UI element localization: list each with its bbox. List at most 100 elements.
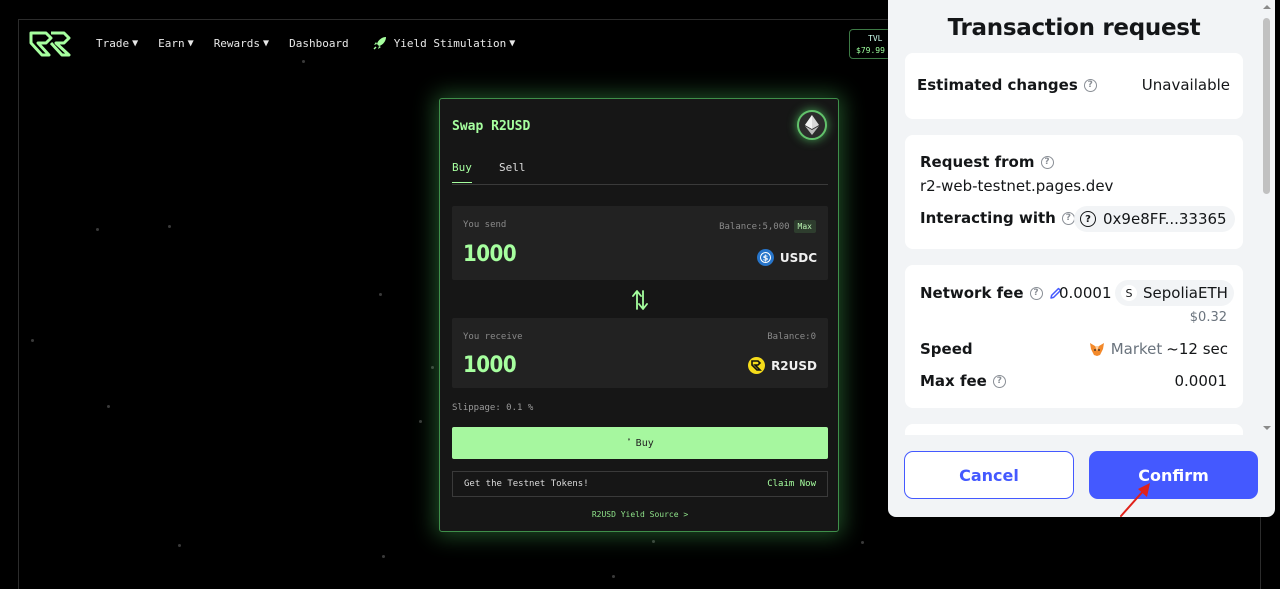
- network-fee-value: 0.0001: [1059, 284, 1112, 302]
- frame-divider: [18, 19, 19, 589]
- send-balance-text: Balance:5,000: [719, 221, 790, 232]
- ethereum-icon: [805, 115, 819, 135]
- network-fee-fiat: $0.32: [1189, 310, 1227, 325]
- modal-scrollbar[interactable]: [1260, 0, 1274, 435]
- background-star: [379, 293, 382, 296]
- top-nav: Trade ▼ Earn ▼ Rewards ▼ Dashboard Yield…: [96, 36, 535, 50]
- send-label: You send: [463, 220, 507, 230]
- tab-sell[interactable]: Sell: [499, 161, 526, 174]
- testnet-tokens-banner: Get the Testnet Tokens! Claim Now: [452, 471, 828, 497]
- claim-now-link[interactable]: Claim Now: [767, 479, 816, 489]
- usdc-icon: $: [756, 249, 774, 266]
- fee-token-symbol: SepoliaETH: [1143, 284, 1228, 302]
- background-star: [652, 540, 655, 543]
- receive-amount: 1000: [463, 353, 517, 378]
- speed-time: ~12 sec: [1166, 340, 1228, 358]
- rocket-icon: [373, 37, 386, 50]
- background-star: [107, 405, 110, 408]
- background-star: [302, 60, 305, 63]
- speed-value: Market: [1110, 340, 1163, 358]
- r2usd-icon: [748, 357, 766, 374]
- send-panel: You send Balance:5,000 Max 1000 $ USDC: [452, 206, 828, 280]
- scroll-up-arrow-icon[interactable]: [1260, 2, 1274, 12]
- nav-item-rewards[interactable]: Rewards ▼: [214, 37, 269, 50]
- estimated-changes-row: Estimated changes ?: [917, 76, 1097, 94]
- help-icon[interactable]: ?: [992, 374, 1006, 388]
- estimated-changes-section: Estimated changes ? Unavailable: [905, 53, 1243, 119]
- help-icon[interactable]: ?: [1061, 211, 1075, 225]
- receive-balance: Balance:0: [767, 332, 816, 342]
- background-star: [178, 544, 181, 547]
- background-star: [431, 366, 434, 369]
- background-star: [861, 541, 864, 544]
- background-star: [612, 575, 615, 578]
- loading-spinner-icon: ❜: [626, 438, 632, 448]
- nav-item-earn[interactable]: Earn ▼: [158, 37, 194, 50]
- buy-sell-tabs: Buy Sell: [452, 159, 828, 185]
- nav-item-label: Dashboard: [289, 36, 349, 50]
- help-icon[interactable]: ?: [1029, 286, 1043, 300]
- speed-row: Speed: [920, 340, 973, 358]
- estimated-changes-label: Estimated changes: [917, 76, 1078, 94]
- request-from-value: r2-web-testnet.pages.dev: [920, 177, 1114, 195]
- request-from-label: Request from: [920, 153, 1035, 171]
- nav-item-label: Yield Stimulation: [393, 36, 507, 50]
- caret-down-icon: ▼: [263, 37, 270, 49]
- nav-item-dashboard[interactable]: Dashboard: [289, 37, 349, 50]
- background-star: [419, 420, 422, 423]
- testnet-text: Get the Testnet Tokens!: [464, 479, 589, 489]
- contract-address: 0x9e8FF...33365: [1103, 210, 1227, 228]
- modal-title: Transaction request: [947, 15, 1201, 41]
- svg-text:$: $: [763, 253, 769, 262]
- send-balance: Balance:5,000 Max: [719, 220, 816, 233]
- interacting-with-label: Interacting with: [920, 209, 1056, 227]
- receive-label: You receive: [463, 332, 523, 342]
- swap-direction-icon[interactable]: [632, 289, 648, 311]
- scroll-down-arrow-icon[interactable]: [1260, 423, 1274, 433]
- help-icon[interactable]: ?: [1040, 155, 1054, 169]
- request-from-row: Request from ?: [920, 153, 1054, 171]
- speed-label: Speed: [920, 340, 973, 358]
- buy-button[interactable]: ❜ Buy: [452, 427, 828, 459]
- network-selector-button[interactable]: [797, 110, 827, 140]
- send-amount-input[interactable]: 1000: [463, 242, 517, 267]
- cancel-button[interactable]: Cancel: [904, 451, 1074, 499]
- request-details-section: Request from ? r2-web-testnet.pages.dev …: [905, 135, 1243, 249]
- confirm-button[interactable]: Confirm: [1089, 451, 1258, 499]
- nav-item-label: Earn: [158, 36, 185, 50]
- background-star: [168, 225, 171, 228]
- fox-icon: [1089, 342, 1105, 357]
- network-fee-section: Network fee ? 0.0001 S SepoliaETH $0.32 …: [905, 265, 1243, 408]
- nav-item-label: Trade: [96, 36, 130, 50]
- receive-panel: You receive Balance:0 1000 R2USD: [452, 318, 828, 388]
- annotation-arrow-icon: [1120, 483, 1150, 517]
- receive-token: R2USD: [748, 357, 817, 374]
- interacting-with-row: Interacting with ?: [920, 209, 1075, 227]
- scroll-thumb[interactable]: [1263, 18, 1270, 194]
- frame-divider: [18, 19, 918, 20]
- nav-item-trade[interactable]: Trade ▼: [96, 37, 138, 50]
- nav-item-label: Rewards: [213, 36, 261, 50]
- contract-address-pill[interactable]: ? 0x9e8FF...33365: [1074, 206, 1235, 232]
- yield-source-link[interactable]: R2USD Yield Source >: [440, 510, 840, 519]
- buy-button-label: Buy: [635, 437, 654, 449]
- caret-down-icon: ▼: [132, 37, 139, 49]
- max-fee-label: Max fee: [920, 372, 987, 390]
- max-fee-value: 0.0001: [1174, 372, 1228, 390]
- max-button[interactable]: Max: [793, 220, 816, 233]
- network-fee-row: Network fee ?: [920, 284, 1063, 302]
- max-fee-row: Max fee ?: [920, 372, 1006, 390]
- background-star: [96, 228, 99, 231]
- r2-logo[interactable]: [29, 31, 71, 57]
- swap-title: Swap R2USD: [452, 119, 531, 134]
- send-token[interactable]: $ USDC: [756, 249, 817, 266]
- fee-token-pill: S SepoliaETH: [1115, 280, 1234, 306]
- modal-scroll-area: Transaction request Estimated changes ? …: [888, 0, 1260, 435]
- background-star: [31, 339, 34, 342]
- tvl-label: TVL: [868, 34, 883, 43]
- transaction-request-modal: Transaction request Estimated changes ? …: [888, 0, 1275, 517]
- tab-buy[interactable]: Buy: [452, 161, 472, 183]
- help-icon[interactable]: ?: [1083, 78, 1097, 92]
- nav-item-yield-stimulation[interactable]: Yield Stimulation ▼: [373, 36, 515, 50]
- receive-token-symbol: R2USD: [771, 358, 817, 373]
